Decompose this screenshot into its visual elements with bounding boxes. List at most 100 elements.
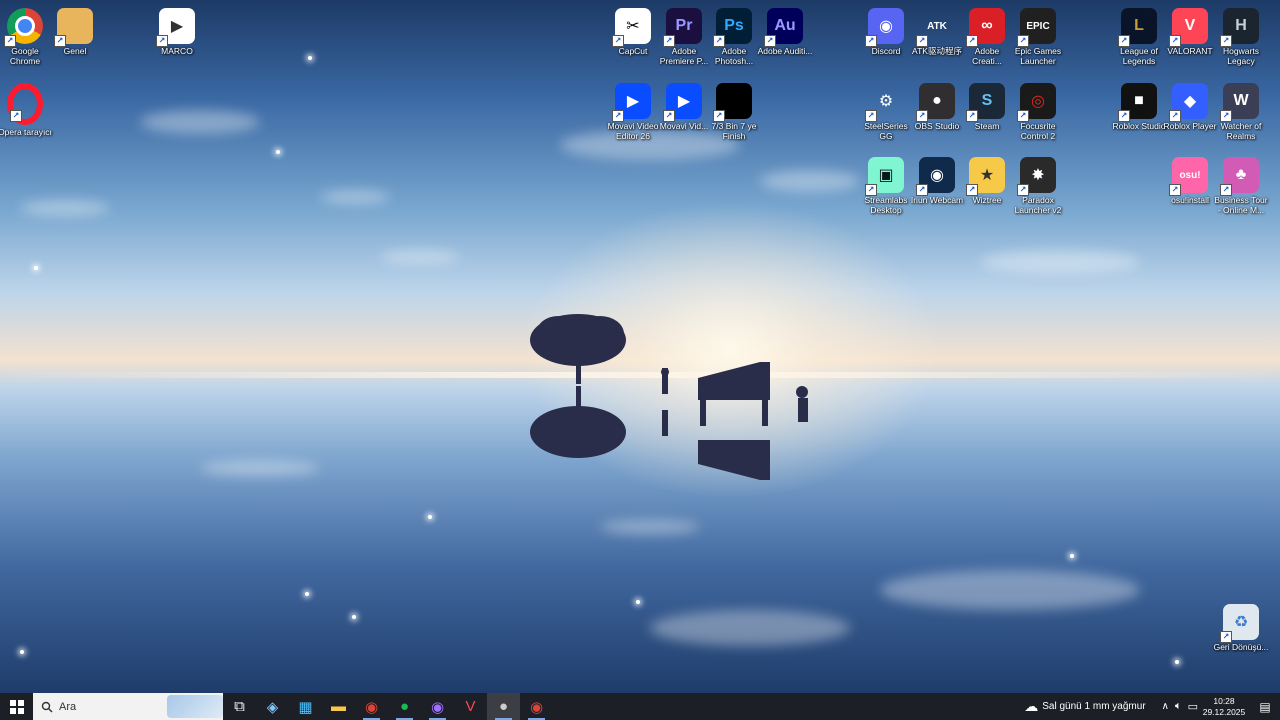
desktop-icon-label: Focusrite Control 2 (1020, 121, 1056, 141)
taskbar-apps: ⧉ ◈ ▦ ▬ ◉ ● ◉ V ● ◉ (223, 693, 553, 720)
network-button[interactable]: ▭ (1188, 693, 1198, 720)
obs-icon: ● (498, 698, 509, 715)
taskbar-copilot-button[interactable]: ◈ (256, 693, 289, 720)
desktop-icon-wiztree[interactable]: ★ ↗ Wiztree (959, 153, 1015, 205)
desktop-icon-steam[interactable]: S ↗ Steam (959, 79, 1015, 131)
icon-glyph: ■ (1134, 92, 1144, 109)
desktop-icon-label: Watcher of Realms (1220, 121, 1262, 141)
icon-glyph: ◎ (1031, 93, 1045, 110)
notification-button[interactable]: ▤ (1250, 693, 1280, 720)
movavi-icon: ▶ ↗ (663, 83, 702, 122)
desktop-icon-capcut[interactable]: ✂ ↗ CapCut (605, 4, 661, 56)
shortcut-arrow-icon: ↗ (1220, 631, 1232, 643)
desktop-icon-label: MARCO (161, 46, 193, 56)
streamlabs-icon: ▣ ↗ (865, 157, 904, 196)
shortcut-arrow-icon: ↗ (612, 35, 624, 47)
desktop-icon-roblox-player[interactable]: ◆ ↗ Roblox Player (1162, 79, 1218, 131)
icon-glyph: EPIC (1026, 20, 1050, 32)
desktop-icon-label: Iriun Webcam (910, 195, 964, 205)
icon-glyph: V (1184, 17, 1196, 34)
chrome-profile-icon: ◉ (529, 698, 544, 716)
icon-glyph: ∞ (981, 17, 993, 34)
desktop-icon-label: osu!install (1171, 195, 1209, 205)
star (34, 266, 38, 270)
desktop-icon-creative-cloud[interactable]: ∞ ↗ Adobe Creati... (959, 4, 1015, 66)
desktop-icon-label: Hogwarts Legacy (1223, 46, 1259, 66)
clock[interactable]: 10:28 29.12.2025 (1198, 696, 1250, 718)
clock-date: 29.12.2025 (1202, 706, 1246, 717)
desktop-icon-opera[interactable]: ↗ Opera tarayıcı (0, 79, 53, 137)
desktop-icon-hogwarts[interactable]: H ↗ Hogwarts Legacy (1213, 4, 1269, 66)
store-icon: ▦ (298, 698, 313, 716)
desktop-icon-paradox[interactable]: ✸ ↗ Paradox Launcher v2 (1010, 153, 1066, 215)
shortcut-arrow-icon: ↗ (1118, 35, 1130, 47)
desktop-icon-recycle-bin[interactable]: ♻ ↗ Geri Dönüşü... (1213, 600, 1269, 652)
shortcut-arrow-icon: ↗ (663, 110, 675, 122)
desktop-icon-focusrite[interactable]: ◎ ↗ Focusrite Control 2 (1010, 79, 1066, 141)
shortcut-arrow-icon: ↗ (612, 110, 624, 122)
desktop-icon-label: Google Chrome (9, 46, 41, 66)
desktop[interactable]: ↗ Google Chrome ↗ Genel ▶ ↗ MARCO ↗ Opera tarayı… (0, 0, 1280, 693)
cloud (20, 200, 110, 216)
cloud (760, 170, 860, 192)
desktop-icon-video-file[interactable]: ▶ ↗ MARCO (149, 4, 205, 56)
start-button[interactable] (0, 693, 33, 720)
shortcut-arrow-icon: ↗ (1017, 35, 1029, 47)
desktop-icon-folder[interactable]: ↗ Genel (47, 4, 103, 56)
star (352, 615, 356, 619)
video-thumbnail-icon: ↗ (713, 83, 752, 122)
taskbar-chrome-button[interactable]: ◉ (355, 693, 388, 720)
desktop-icon-label: Streamlabs Desktop (864, 195, 908, 215)
volume-button[interactable]: 🔈︎ (1175, 693, 1182, 720)
taskbar-task-view-button[interactable]: ⧉ (223, 693, 256, 720)
desktop-icon-league[interactable]: L ↗ League of Legends (1111, 4, 1167, 66)
desktop-icon-atk[interactable]: ATK ↗ ATK驱动程序 (909, 4, 965, 57)
desktop-icon-streamlabs[interactable]: ▣ ↗ Streamlabs Desktop (858, 153, 914, 215)
taskbar: Ara ⧉ ◈ ▦ ▬ ◉ ● ◉ V ● ◉ ☁ Sal günü 1 mm yağmur ∧ … (0, 693, 1280, 720)
taskbar-messenger-button[interactable]: ◉ (421, 693, 454, 720)
folder-icon: ↗ (54, 8, 93, 47)
opera-icon: ↗ (7, 83, 43, 125)
tray-overflow-button[interactable]: ∧ (1162, 693, 1169, 720)
desktop-icon-osu[interactable]: osu! ↗ osu!install (1162, 153, 1218, 205)
icon-glyph: ♣ (1235, 166, 1247, 183)
desktop-icon-premiere[interactable]: Pr ↗ Adobe Premiere P... (656, 4, 712, 66)
desktop-icon-label: Paradox Launcher v2 (1014, 195, 1062, 215)
business-tour-icon: ♣ ↗ (1220, 157, 1259, 196)
icon-glyph: ▣ (878, 167, 894, 184)
weather-widget[interactable]: ☁ Sal günü 1 mm yağmur (1024, 693, 1145, 720)
desktop-icon-business-tour[interactable]: ♣ ↗ Business Tour - Online M... (1213, 153, 1269, 215)
desktop-icon-label: Business Tour - Online M... (1214, 195, 1268, 215)
desktop-icon-label: ATK驱动程序 (912, 46, 962, 56)
desktop-icon-discord[interactable]: ◉ ↗ Discord (858, 4, 914, 56)
taskbar-chrome-profile-button[interactable]: ◉ (520, 693, 553, 720)
cloud-rain-icon: ☁ (1024, 698, 1039, 714)
spotify-icon: ● (399, 698, 410, 715)
desktop-icon-iriun[interactable]: ◉ ↗ Iriun Webcam (909, 153, 965, 205)
taskbar-obs-button[interactable]: ● (487, 693, 520, 720)
desktop-icon-movavi-editor[interactable]: ▶ ↗ Movavi Video Editor 26 (605, 79, 661, 141)
messenger-icon: ◉ (430, 698, 445, 716)
taskbar-spotify-button[interactable]: ● (388, 693, 421, 720)
desktop-icon-roblox-studio[interactable]: ■ ↗ Roblox Studio (1111, 79, 1167, 131)
icon-glyph: Ps (724, 17, 744, 34)
desktop-icon-watcher[interactable]: W ↗ Watcher of Realms (1213, 79, 1269, 141)
desktop-icon-epic-games[interactable]: EPIC ↗ Epic Games Launcher (1010, 4, 1066, 66)
icon-glyph: ★ (979, 167, 995, 184)
desktop-icon-photoshop[interactable]: Ps ↗ Adobe Photosh... (706, 4, 762, 66)
desktop-icon-valorant[interactable]: V ↗ VALORANT (1162, 4, 1218, 56)
desktop-icon-movavi[interactable]: ▶ ↗ Movavi Vid... (656, 79, 712, 131)
desktop-icon-label: CapCut (618, 46, 648, 56)
taskbar-valorant-button[interactable]: V (454, 693, 487, 720)
cloud (980, 250, 1140, 274)
taskbar-search[interactable]: Ara (33, 693, 223, 720)
desktop-icon-steelseries[interactable]: ⚙ ↗ SteelSeries GG (858, 79, 914, 141)
valorant-icon: V (465, 698, 476, 715)
desktop-icon-audition[interactable]: Au ↗ Adobe Auditi... (757, 4, 813, 56)
desktop-icon-obs[interactable]: ● ↗ OBS Studio (909, 79, 965, 131)
desktop-icon-video-thumbnail[interactable]: ↗ 7/3 Bin 7 ye Finish (706, 79, 762, 141)
taskbar-store-button[interactable]: ▦ (289, 693, 322, 720)
desktop-icon-chrome[interactable]: ↗ Google Chrome (0, 4, 53, 66)
taskbar-file-explorer-button[interactable]: ▬ (322, 693, 355, 720)
shortcut-arrow-icon: ↗ (966, 184, 978, 196)
